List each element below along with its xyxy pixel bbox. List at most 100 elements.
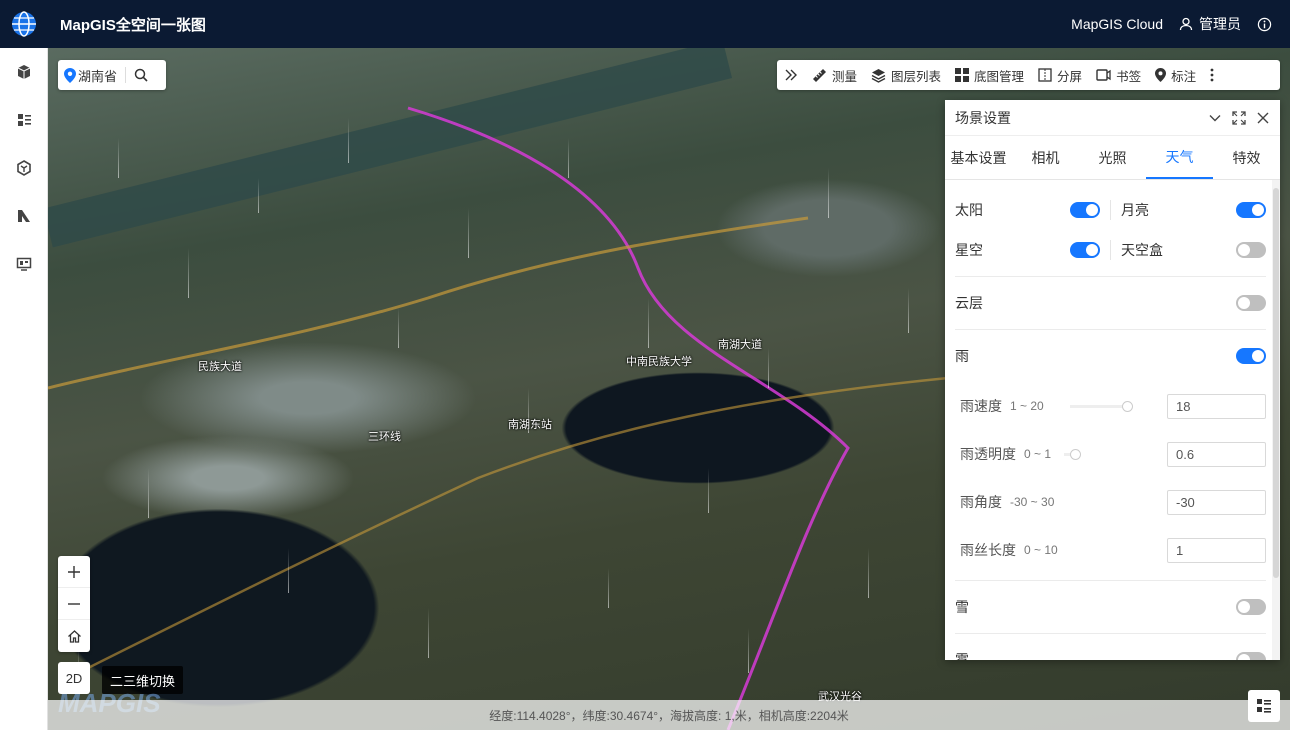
snow-toggle[interactable] [1236,599,1266,615]
split-screen-icon [1038,68,1052,82]
rain-streak [768,348,769,388]
bookmark-icon [1096,69,1111,81]
left-sidebar [0,48,48,730]
info-icon[interactable] [1257,17,1272,32]
stars-label: 星空 [955,242,983,258]
settings-tabs: 基本设置 相机 光照 天气 特效 [945,136,1280,180]
rain-streak [428,608,429,658]
rain-speed-slider[interactable] [1070,401,1133,412]
double-chevron-right-icon [785,69,797,81]
search-icon[interactable] [134,68,148,82]
app-title: MapGIS全空间一张图 [60,16,206,34]
layer-list-button[interactable]: 图层列表 [864,60,948,90]
rain-speed-input[interactable]: 18 [1167,393,1266,419]
rain-streak [118,138,119,178]
param-range: 0 ~ 10 [1024,543,1058,557]
split-screen-label: 分屏 [1057,69,1083,84]
stars-toggle[interactable] [1070,242,1100,258]
param-name: 雨速度 [960,398,1002,414]
analysis-icon [18,210,30,222]
map-label: 南湖大道 [718,339,762,351]
location-pin-icon [64,67,76,83]
close-icon[interactable] [1256,111,1270,125]
cloud-link[interactable]: MapGIS Cloud [1071,16,1163,32]
expand-icon[interactable] [1232,110,1246,125]
rain-streak [468,208,469,258]
more-vertical-icon [1210,68,1214,82]
plus-icon [68,565,80,578]
skybox-toggle[interactable] [1236,242,1266,258]
panel-title: 场景设置 [955,109,1011,126]
user-name: 管理员 [1199,16,1241,32]
more-button[interactable] [1203,60,1221,90]
panel-scrollbar[interactable] [1272,180,1280,660]
collapse-toolbar-button[interactable] [777,60,805,90]
rain-length-input[interactable]: 1 [1167,537,1266,563]
tab-camera[interactable]: 相机 [1012,136,1079,179]
split-screen-button[interactable]: 分屏 [1031,60,1089,90]
sun-toggle[interactable] [1070,202,1100,218]
map-toolbar: 测量 图层列表 底图管理 分屏 书签 标注 [777,60,1280,90]
layers-list-icon [18,114,31,126]
rain-streak [398,308,399,348]
tab-weather[interactable]: 天气 [1146,136,1213,179]
rain-angle-input[interactable]: -30 [1167,489,1266,515]
param-range: 1 ~ 20 [1010,399,1044,413]
overview-grid-button[interactable] [1248,690,1280,722]
location-search[interactable]: 湖南省 [58,60,166,90]
rain-streak [608,568,609,608]
map-pin-icon [1155,68,1167,82]
sidebar-item-cube[interactable] [0,48,48,96]
sidebar-item-analysis[interactable] [0,192,48,240]
grid-icon [955,68,970,82]
rain-toggle[interactable] [1236,348,1266,364]
layers-icon [871,68,886,83]
measure-label: 测量 [832,69,858,84]
map-label: 中南民族大学 [626,356,692,368]
rain-opacity-slider[interactable] [1064,449,1081,460]
map-label: 南湖东站 [508,419,552,431]
coordinate-readout: 经度:114.4028°，纬度:30.4674°，海拔高度: 1,米，相机高度:… [489,708,849,723]
basemap-button[interactable]: 底图管理 [948,60,1031,90]
map-view[interactable]: 南湖东站 中南民族大学 三环线 南湖大道 武汉光谷 民族大道 湖南省 测量 图层… [48,48,1290,730]
home-button[interactable] [58,620,90,652]
cloud-toggle[interactable] [1236,295,1266,311]
mark-button[interactable]: 标注 [1148,60,1203,90]
chevron-down-icon[interactable] [1208,111,1222,125]
rain-streak [828,168,829,218]
grid-list-icon [1257,699,1271,713]
tab-basic[interactable]: 基本设置 [945,136,1012,179]
rain-length-row: 雨丝长度 0 ~ 10 1 [955,526,1266,574]
param-name: 雨透明度 [960,446,1016,462]
measure-button[interactable]: 测量 [805,60,864,90]
coordinate-status-bar: 经度:114.4028°，纬度:30.4674°，海拔高度: 1,米，相机高度:… [48,700,1290,730]
param-name: 雨丝长度 [960,542,1016,558]
moon-toggle[interactable] [1236,202,1266,218]
zoom-in-button[interactable] [58,556,90,588]
rain-opacity-input[interactable]: 0.6 [1167,441,1266,467]
param-name: 雨角度 [960,494,1002,510]
rain-streak [708,468,709,513]
minus-icon [68,602,80,605]
globe-logo-icon[interactable] [0,0,48,48]
map-label: 民族大道 [198,361,242,373]
rain-streak [348,118,349,163]
zoom-out-button[interactable] [58,588,90,620]
sidebar-item-screen[interactable] [0,240,48,288]
rain-label: 雨 [955,348,969,364]
location-selector[interactable]: 湖南省 [64,66,117,85]
param-range: -30 ~ 30 [1010,495,1055,509]
user-menu[interactable]: 管理员 [1179,14,1241,34]
bookmark-button[interactable]: 书签 [1089,60,1148,90]
rain-angle-row: 雨角度 -30 ~ 30 -30 [955,478,1266,526]
rain-streak [568,138,569,178]
layer-list-label: 图层列表 [891,69,942,84]
tab-lighting[interactable]: 光照 [1079,136,1146,179]
cube-icon [17,65,31,79]
fog-toggle[interactable] [1236,652,1266,660]
scene-settings-panel: 场景设置 基本设置 相机 光照 天气 特效 太阳 月亮 星空 天空盒 云层 雨 … [945,100,1280,660]
rain-streak [748,628,749,673]
tab-effects[interactable]: 特效 [1213,136,1280,179]
sidebar-item-layers[interactable] [0,96,48,144]
sidebar-item-model[interactable] [0,144,48,192]
